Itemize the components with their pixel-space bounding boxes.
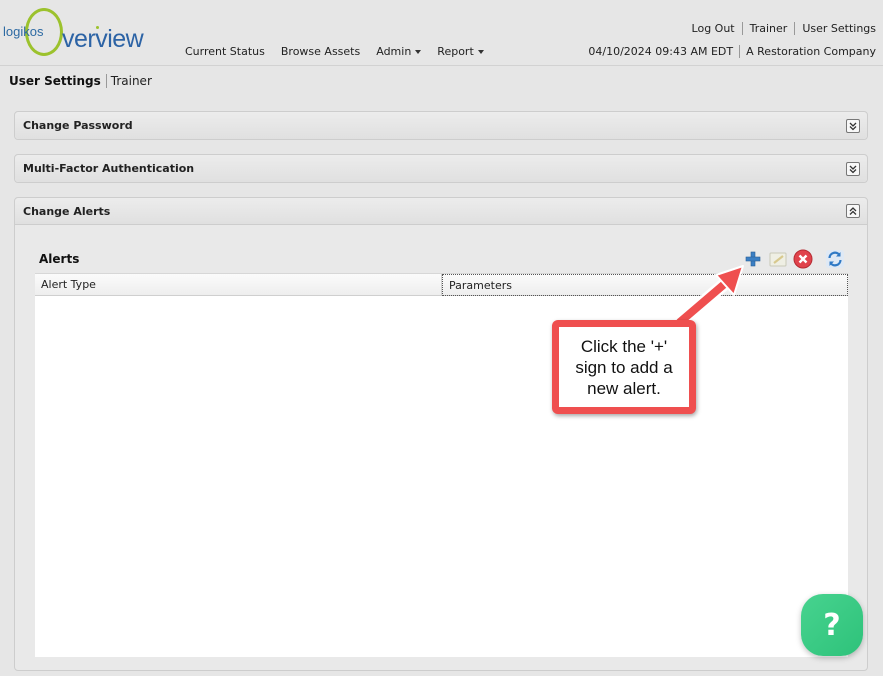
change-password-header[interactable]: Change Password <box>15 112 867 139</box>
status-line: 04/10/2024 09:43 AM EDT A Restoration Co… <box>582 45 876 58</box>
column-header-alert-type[interactable]: Alert Type <box>35 274 442 296</box>
caret-down-icon <box>477 49 484 54</box>
breadcrumb-user: Trainer <box>110 74 152 88</box>
nav-browse-assets[interactable]: Browse Assets <box>281 45 360 58</box>
change-alerts-header[interactable]: Change Alerts <box>15 198 867 225</box>
breadcrumb: User Settings Trainer <box>9 74 152 88</box>
grid-header-row: Alert Type Parameters <box>35 273 848 296</box>
nav-label: Report <box>437 45 474 58</box>
panel-title: Change Alerts <box>23 204 111 218</box>
current-datetime: 04/10/2024 09:43 AM EDT <box>588 45 734 58</box>
alerts-title: Alerts <box>39 252 80 266</box>
expand-icon[interactable] <box>846 161 860 176</box>
instruction-callout: Click the '+' sign to add a new alert. <box>552 320 696 414</box>
logout-link[interactable]: Log Out <box>685 22 742 35</box>
caret-down-icon <box>415 49 422 54</box>
logo-small-text: logikos <box>3 24 44 39</box>
edit-icon[interactable] <box>768 249 788 269</box>
change-alerts-panel: Change Alerts Alerts Alert Type Paramete… <box>14 197 868 671</box>
nav-admin-menu[interactable]: Admin <box>376 45 422 58</box>
mfa-header[interactable]: Multi-Factor Authentication <box>15 155 867 182</box>
logo-dot <box>96 26 99 29</box>
refresh-icon[interactable] <box>825 249 845 269</box>
account-links: Log Out Trainer User Settings <box>685 22 876 35</box>
help-label: ? <box>823 607 841 643</box>
nav-label: Admin <box>376 45 412 58</box>
user-settings-link[interactable]: User Settings <box>794 22 876 35</box>
company-name: A Restoration Company <box>739 45 876 58</box>
main-nav: Current Status Browse Assets Admin Repor… <box>185 45 500 58</box>
trainer-link[interactable]: Trainer <box>741 22 795 35</box>
alerts-toolbar: Alerts <box>35 245 848 273</box>
collapse-icon[interactable] <box>846 204 860 218</box>
app-header: logikos verview Current Status Browse As… <box>0 0 883 66</box>
alerts-grid: Alerts Alert Type Parameters <box>35 245 848 657</box>
mfa-panel: Multi-Factor Authentication <box>14 154 868 183</box>
logikos-overview-logo[interactable]: logikos verview <box>3 8 148 58</box>
add-icon[interactable] <box>743 249 763 269</box>
expand-icon[interactable] <box>846 118 860 133</box>
panel-title: Change Password <box>23 119 133 132</box>
nav-current-status[interactable]: Current Status <box>185 45 265 58</box>
nav-report-menu[interactable]: Report <box>437 45 484 58</box>
callout-text: Click the '+' sign to add a new alert. <box>559 327 689 407</box>
column-header-parameters[interactable]: Parameters <box>442 274 848 296</box>
logo-big-text: verview <box>62 25 144 53</box>
page-title: User Settings <box>9 74 107 88</box>
delete-icon[interactable] <box>793 249 813 269</box>
panel-title: Multi-Factor Authentication <box>23 162 195 175</box>
nav-label: Current Status <box>185 45 265 58</box>
nav-label: Browse Assets <box>280 45 361 58</box>
change-password-panel: Change Password <box>14 111 868 140</box>
help-button[interactable]: ? <box>801 594 863 656</box>
